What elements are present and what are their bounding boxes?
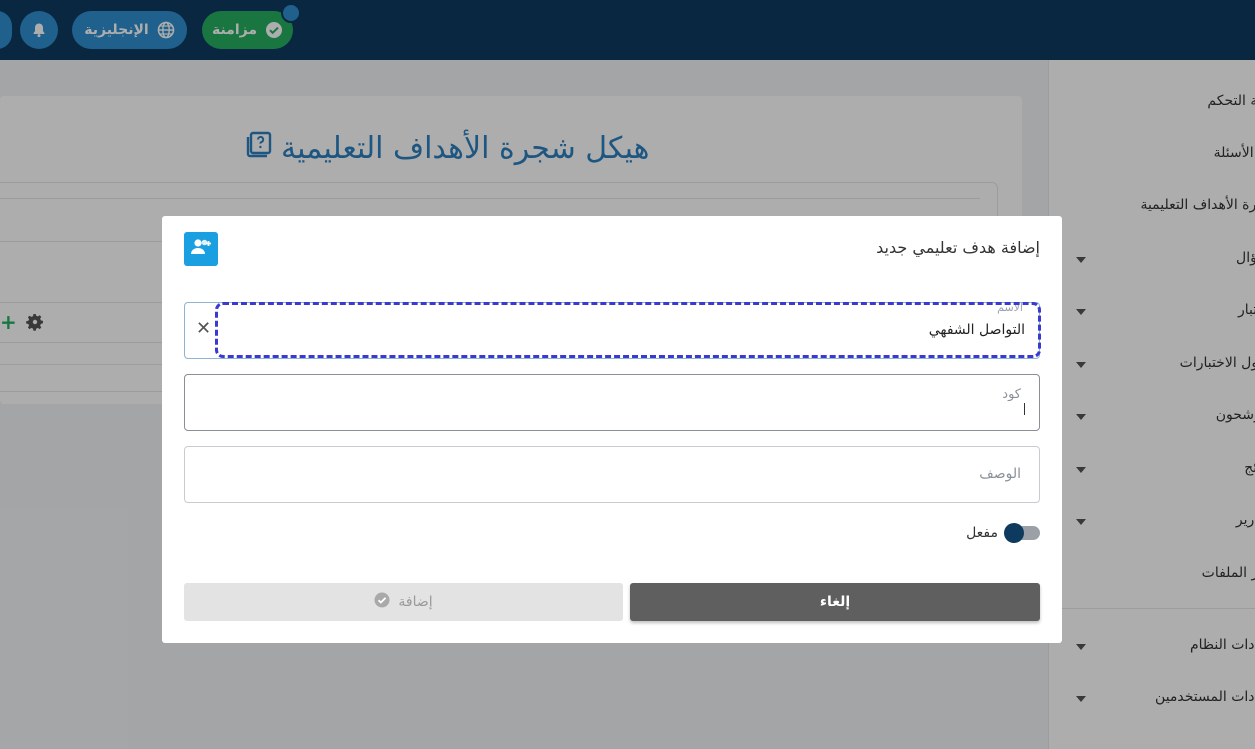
add-button-label: إضافة <box>398 594 433 610</box>
clear-icon[interactable]: ✕ <box>196 319 211 339</box>
description-placeholder: الوصف <box>979 466 1021 482</box>
cancel-button[interactable]: إلغاء <box>630 583 1040 621</box>
active-toggle-label: مفعل <box>966 525 998 541</box>
description-field[interactable]: الوصف <box>184 446 1040 503</box>
add-button[interactable]: إضافة <box>184 583 623 621</box>
add-objective-icon-button[interactable] <box>184 232 218 266</box>
add-objective-dialog: إضافة هدف تعليمي جديد الاسم التواصل الشف… <box>162 216 1062 643</box>
cancel-button-label: إلغاء <box>819 594 851 610</box>
name-field-label: الاسم <box>997 301 1023 314</box>
code-field[interactable]: كود <box>184 374 1040 431</box>
toggle-switch[interactable] <box>1004 523 1040 543</box>
toggle-knob <box>1004 523 1024 543</box>
dialog-title: إضافة هدف تعليمي جديد <box>876 238 1040 257</box>
text-cursor <box>1024 403 1025 415</box>
add-user-icon <box>190 238 212 260</box>
name-field[interactable]: الاسم التواصل الشفهي ✕ <box>184 301 1040 359</box>
active-toggle[interactable]: مفعل <box>966 523 1040 543</box>
name-field-value: التواصل الشفهي <box>928 322 1025 338</box>
code-field-label: كود <box>1002 387 1021 402</box>
check-circle-icon <box>374 592 390 612</box>
